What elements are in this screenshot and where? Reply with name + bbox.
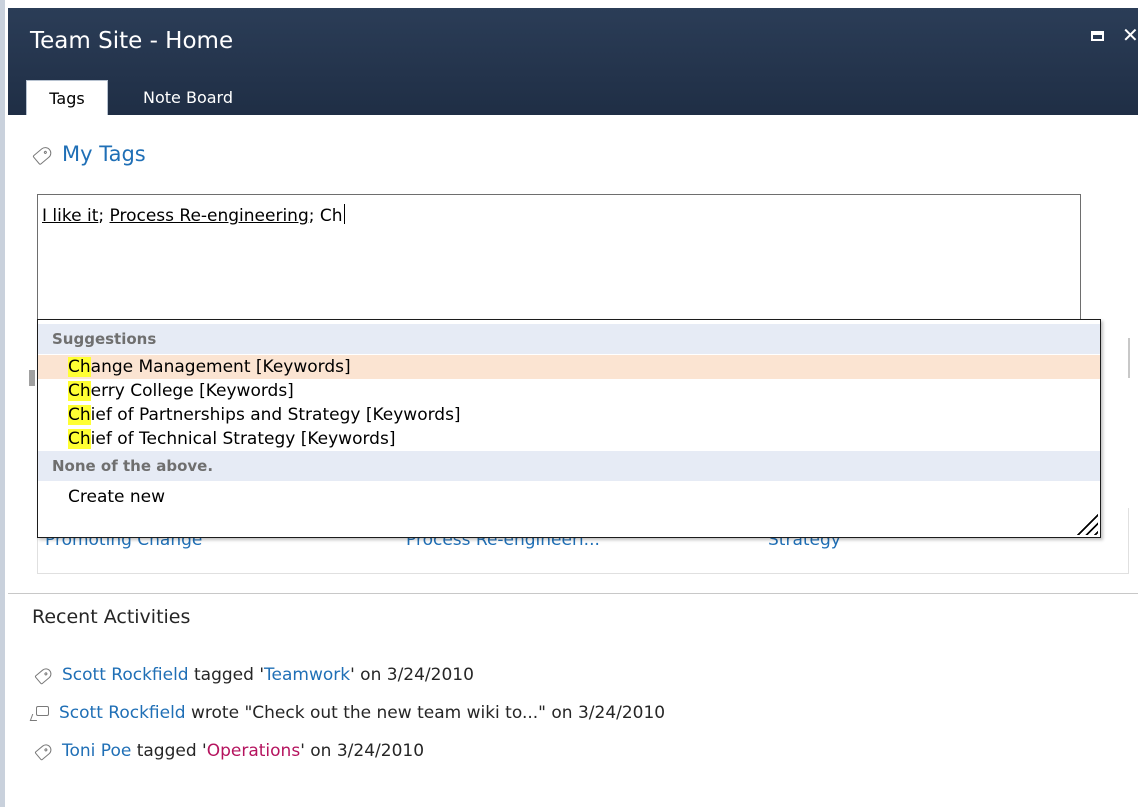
text-caret: [343, 204, 345, 224]
team-site-dialog: Team Site - Home ✕ Tags Note Board My Ta…: [8, 8, 1138, 807]
suggestion-item[interactable]: Chief of Technical Strategy [Keywords]: [38, 427, 1100, 451]
match-highlight: Ch: [68, 357, 91, 377]
tag-link[interactable]: Teamwork: [264, 665, 350, 685]
section-divider: [8, 593, 1138, 594]
none-of-above-label: None of the above.: [38, 451, 1100, 481]
suggestions-group-label: Suggestions: [38, 324, 1100, 354]
user-link[interactable]: Toni Poe: [62, 741, 131, 761]
tab-note-board[interactable]: Note Board: [143, 80, 233, 115]
tag-separator: ;: [98, 206, 110, 226]
match-highlight: Ch: [68, 429, 91, 449]
close-icon[interactable]: ✕: [1122, 23, 1138, 47]
activity-date: ' on 3/24/2010: [300, 741, 425, 761]
suggestion-text: ange Management [Keywords]: [90, 357, 351, 377]
obscured-label-fragment: [29, 370, 35, 386]
window-frame-edge: [0, 0, 5, 807]
suggestion-text: ief of Partnerships and Strategy [Keywor…: [90, 405, 461, 425]
create-new-option[interactable]: Create new: [38, 485, 1100, 509]
maximize-icon[interactable]: [1091, 31, 1104, 41]
obscured-button-edge: [1128, 338, 1130, 378]
tag-icon: [34, 665, 54, 685]
my-tags-heading: My Tags: [32, 142, 146, 166]
activity-date: ' on 3/24/2010: [350, 665, 474, 685]
suggestions-dropdown: Suggestions Change Management [Keywords]…: [37, 319, 1101, 538]
entered-tag[interactable]: Process Re-engineering: [110, 206, 309, 226]
resize-grip-icon[interactable]: [1076, 513, 1098, 535]
tag-separator: ;: [308, 206, 320, 226]
activity-item: Scott Rockfield tagged 'Teamwork' on 3/2…: [34, 665, 474, 685]
tag-icon: [32, 144, 54, 166]
match-highlight: Ch: [68, 381, 91, 401]
suggestion-text: erry College [Keywords]: [90, 381, 294, 401]
activity-item: Toni Poe tagged 'Operations' on 3/24/201…: [34, 741, 425, 761]
activity-text: tagged ': [131, 741, 207, 761]
dialog-header: Team Site - Home ✕ Tags Note Board: [8, 8, 1138, 115]
suggestion-item[interactable]: Change Management [Keywords]: [38, 355, 1100, 379]
typed-text: Ch: [319, 206, 343, 226]
recent-activities-heading: Recent Activities: [32, 606, 191, 628]
match-highlight: Ch: [68, 405, 91, 425]
my-tags-label: My Tags: [62, 142, 146, 166]
tag-input[interactable]: I like it; Process Re-engineering; Ch: [37, 194, 1081, 320]
activity-item: Scott Rockfield wrote "Check out the new…: [36, 703, 665, 723]
user-link[interactable]: Scott Rockfield: [59, 703, 186, 723]
activity-text: tagged ': [188, 665, 265, 685]
note-icon: [36, 706, 49, 716]
dialog-title: Team Site - Home: [30, 28, 234, 54]
tag-link[interactable]: Operations: [207, 741, 300, 761]
tab-tags[interactable]: Tags: [26, 80, 108, 115]
activity-text: wrote "Check out the new team wiki to...…: [185, 703, 666, 723]
entered-tag[interactable]: I like it: [42, 206, 98, 226]
tag-icon: [34, 741, 54, 761]
suggestion-item[interactable]: Chief of Partnerships and Strategy [Keyw…: [38, 403, 1100, 427]
suggestion-item[interactable]: Cherry College [Keywords]: [38, 379, 1100, 403]
user-link[interactable]: Scott Rockfield: [62, 665, 189, 685]
suggestion-text: ief of Technical Strategy [Keywords]: [90, 429, 396, 449]
